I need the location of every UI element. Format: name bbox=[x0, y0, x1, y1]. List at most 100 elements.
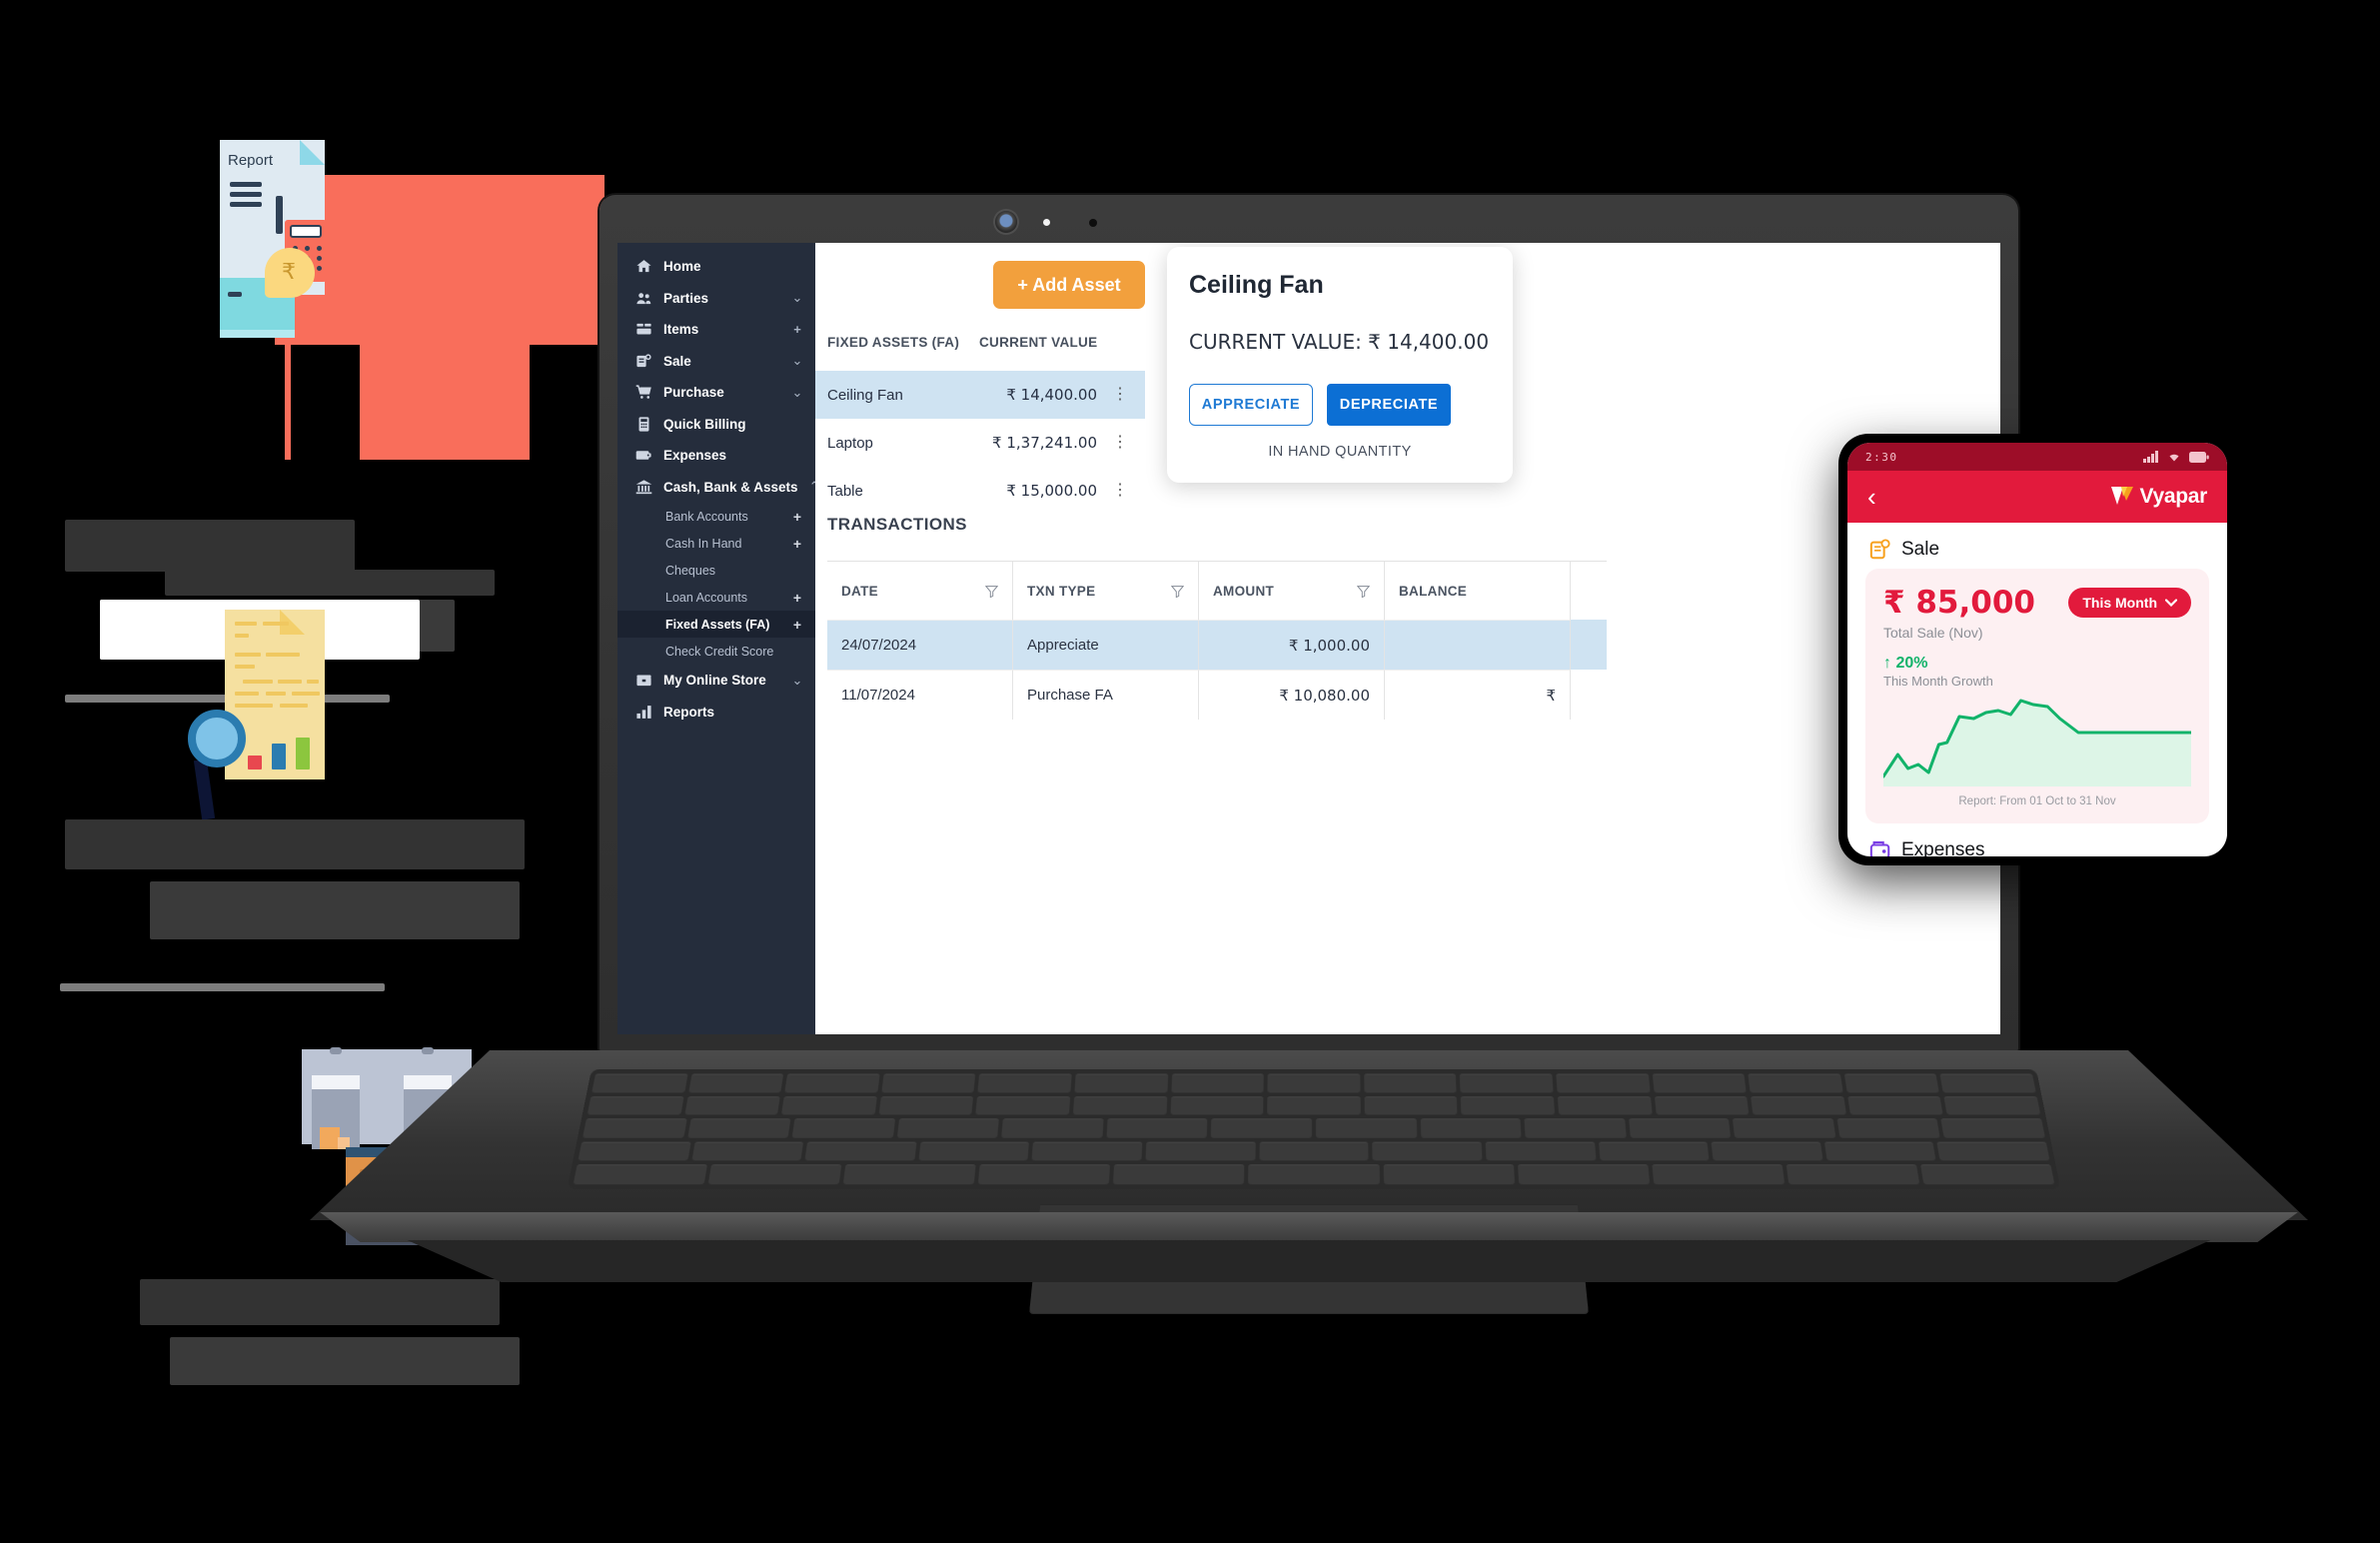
row-menu-icon[interactable]: ⋮ bbox=[1097, 387, 1143, 403]
keyboard-key[interactable] bbox=[1031, 1141, 1143, 1161]
keyboard-key[interactable] bbox=[881, 1073, 976, 1093]
keyboard-key[interactable] bbox=[1267, 1073, 1361, 1093]
row-menu-icon[interactable]: ⋮ bbox=[1097, 483, 1143, 499]
chevron-down-icon[interactable]: ⌄ bbox=[791, 385, 803, 401]
laptop-keyboard[interactable] bbox=[567, 1068, 2061, 1190]
sidebar-subitem-cash-in-hand[interactable]: Cash In Hand + bbox=[617, 530, 815, 557]
sidebar-item-sale[interactable]: Sale ⌄ bbox=[617, 346, 815, 378]
keyboard-key[interactable] bbox=[781, 1095, 877, 1115]
keyboard-key[interactable] bbox=[1936, 1141, 2050, 1161]
keyboard-key[interactable] bbox=[978, 1164, 1111, 1185]
back-icon[interactable]: ‹ bbox=[1867, 484, 1876, 510]
filter-icon[interactable] bbox=[985, 585, 998, 598]
keyboard-key[interactable] bbox=[683, 1095, 780, 1115]
keyboard-key[interactable] bbox=[878, 1095, 974, 1115]
keyboard-key[interactable] bbox=[583, 1118, 687, 1138]
keyboard-key[interactable] bbox=[804, 1141, 917, 1161]
keyboard-key[interactable] bbox=[1145, 1141, 1256, 1161]
keyboard-key[interactable] bbox=[578, 1141, 691, 1161]
keyboard-key[interactable] bbox=[592, 1073, 688, 1093]
transaction-row[interactable]: 11/07/2024 Purchase FA ₹ 10,080.00 ₹ bbox=[827, 670, 1607, 720]
keyboard-key[interactable] bbox=[1939, 1073, 2036, 1093]
add-icon[interactable]: + bbox=[791, 617, 803, 633]
keyboard-key[interactable] bbox=[1628, 1118, 1732, 1138]
keyboard-key[interactable] bbox=[1372, 1141, 1483, 1161]
filter-icon[interactable] bbox=[1171, 585, 1184, 598]
keyboard-key[interactable] bbox=[1171, 1073, 1264, 1093]
add-icon[interactable]: + bbox=[791, 590, 803, 606]
column-header-balance[interactable]: BALANCE bbox=[1385, 562, 1571, 620]
keyboard-key[interactable] bbox=[1751, 1095, 1846, 1115]
sidebar-item-quick-billing[interactable]: Quick Billing bbox=[617, 409, 815, 441]
keyboard-key[interactable] bbox=[1847, 1095, 1944, 1115]
keyboard-key[interactable] bbox=[1556, 1073, 1651, 1093]
keyboard-key[interactable] bbox=[1598, 1141, 1710, 1161]
keyboard-key[interactable] bbox=[1711, 1141, 1823, 1161]
keyboard-key[interactable] bbox=[842, 1164, 976, 1185]
keyboard-key[interactable] bbox=[1248, 1164, 1380, 1185]
sidebar-item-reports[interactable]: Reports bbox=[617, 697, 815, 729]
keyboard-key[interactable] bbox=[1211, 1118, 1312, 1138]
keyboard-key[interactable] bbox=[1940, 1118, 2045, 1138]
keyboard-key[interactable] bbox=[1072, 1095, 1167, 1115]
transaction-row[interactable]: 24/07/2024 Appreciate ₹ 1,000.00 bbox=[827, 620, 1607, 670]
keyboard-key[interactable] bbox=[1654, 1095, 1750, 1115]
keyboard-key[interactable] bbox=[691, 1141, 804, 1161]
keyboard-key[interactable] bbox=[707, 1164, 842, 1185]
keyboard-key[interactable] bbox=[686, 1118, 791, 1138]
keyboard-key[interactable] bbox=[1267, 1095, 1361, 1115]
keyboard-key[interactable] bbox=[1364, 1073, 1457, 1093]
keyboard-key[interactable] bbox=[918, 1141, 1030, 1161]
chevron-down-icon[interactable]: ⌄ bbox=[791, 673, 803, 689]
keyboard-key[interactable] bbox=[1383, 1164, 1515, 1185]
column-header-txn-type[interactable]: TXN TYPE bbox=[1013, 562, 1199, 620]
sidebar-subitem-fixed-assets-fa[interactable]: Fixed Assets (FA) + bbox=[617, 611, 815, 638]
row-menu-icon[interactable]: ⋮ bbox=[1097, 435, 1143, 451]
keyboard-key[interactable] bbox=[1652, 1073, 1747, 1093]
column-header-amount[interactable]: AMOUNT bbox=[1199, 562, 1385, 620]
keyboard-key[interactable] bbox=[687, 1073, 784, 1093]
sidebar-item-cash-bank-assets[interactable]: Cash, Bank & Assets⌃ bbox=[617, 472, 819, 504]
keyboard-key[interactable] bbox=[1843, 1073, 1940, 1093]
depreciate-button[interactable]: DEPRECIATE bbox=[1327, 384, 1451, 426]
asset-row[interactable]: Laptop ₹ 1,37,241.00 ⋮ bbox=[815, 419, 1145, 467]
keyboard-key[interactable] bbox=[1524, 1118, 1627, 1138]
add-asset-button[interactable]: + Add Asset bbox=[993, 261, 1145, 309]
keyboard-key[interactable] bbox=[1364, 1095, 1458, 1115]
keyboard-key[interactable] bbox=[1485, 1141, 1597, 1161]
keyboard-key[interactable] bbox=[573, 1164, 707, 1185]
sale-period-selector[interactable]: This Month bbox=[2068, 588, 2191, 618]
keyboard-key[interactable] bbox=[1420, 1118, 1522, 1138]
sidebar-item-items[interactable]: Items + bbox=[617, 314, 815, 346]
keyboard-key[interactable] bbox=[977, 1073, 1072, 1093]
keyboard-key[interactable] bbox=[1517, 1164, 1650, 1185]
sidebar-subitem-cheques[interactable]: Cheques bbox=[617, 557, 815, 584]
add-icon[interactable]: + bbox=[791, 509, 803, 525]
sidebar-item-parties[interactable]: Parties ⌄ bbox=[617, 283, 815, 315]
keyboard-key[interactable] bbox=[975, 1095, 1071, 1115]
sidebar-nav[interactable]: Home Parties ⌄ Items + Sale ⌄ Purchase ⌄ Quick Bi… bbox=[617, 243, 819, 1034]
appreciate-button[interactable]: APPRECIATE bbox=[1189, 384, 1313, 426]
keyboard-key[interactable] bbox=[1943, 1095, 2041, 1115]
keyboard-key[interactable] bbox=[1460, 1073, 1554, 1093]
keyboard-key[interactable] bbox=[896, 1118, 1000, 1138]
sidebar-subitem-loan-accounts[interactable]: Loan Accounts + bbox=[617, 584, 815, 611]
sidebar-item-purchase[interactable]: Purchase ⌄ bbox=[617, 377, 815, 409]
add-icon[interactable]: + bbox=[791, 322, 803, 337]
chevron-down-icon[interactable]: ⌄ bbox=[791, 353, 803, 369]
sidebar-subitem-bank-accounts[interactable]: Bank Accounts + bbox=[617, 503, 815, 530]
keyboard-key[interactable] bbox=[1748, 1073, 1843, 1093]
keyboard-key[interactable] bbox=[1836, 1118, 1941, 1138]
keyboard-key[interactable] bbox=[1920, 1164, 2055, 1185]
sidebar-subitem-check-credit-score[interactable]: Check Credit Score bbox=[617, 638, 815, 665]
keyboard-key[interactable] bbox=[784, 1073, 880, 1093]
keyboard-key[interactable] bbox=[1074, 1073, 1168, 1093]
keyboard-key[interactable] bbox=[1733, 1118, 1836, 1138]
filter-icon[interactable] bbox=[1357, 585, 1370, 598]
keyboard-key[interactable] bbox=[1315, 1118, 1417, 1138]
sidebar-item-expenses[interactable]: Expenses bbox=[617, 440, 815, 472]
keyboard-key[interactable] bbox=[1652, 1164, 1785, 1185]
column-header-date[interactable]: DATE bbox=[827, 562, 1013, 620]
keyboard-key[interactable] bbox=[1557, 1095, 1653, 1115]
keyboard-key[interactable] bbox=[587, 1095, 684, 1115]
